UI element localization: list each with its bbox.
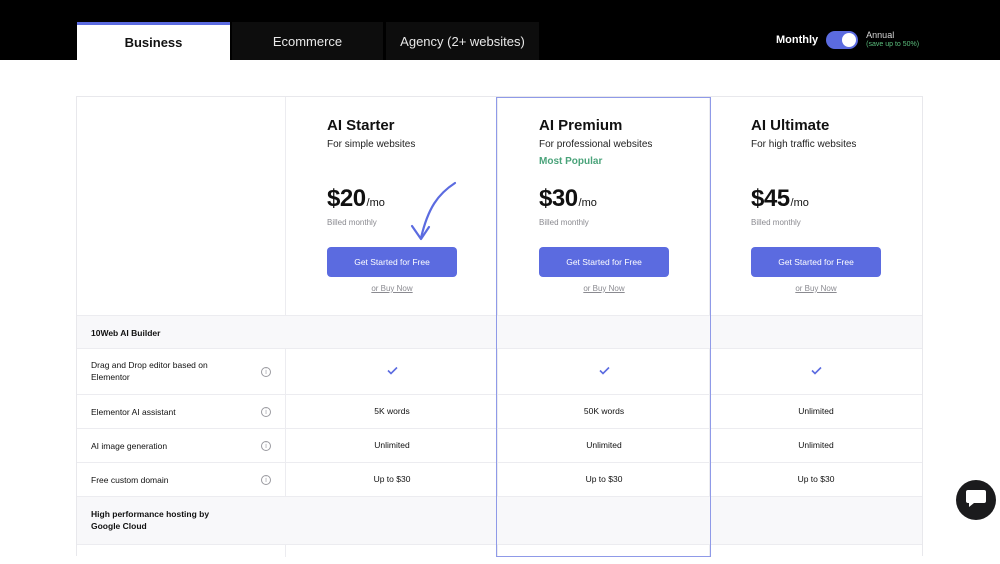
price-amount: $30 — [539, 185, 578, 212]
feature-value: 5K words — [374, 406, 410, 416]
most-popular-badge: Most Popular — [539, 156, 603, 167]
feature-value: Unlimited — [586, 440, 622, 450]
tab-ecommerce[interactable]: Ecommerce — [232, 22, 383, 60]
annual-savings-note: (save up to 50%) — [866, 41, 920, 48]
get-started-button[interactable]: Get Started for Free — [751, 247, 881, 277]
tab-business[interactable]: Business — [77, 22, 230, 60]
buy-now-link[interactable]: or Buy Now — [751, 284, 881, 293]
feature-value: Unlimited — [798, 406, 834, 416]
feature-value: Unlimited — [374, 440, 410, 450]
price-period: /mo — [366, 197, 385, 209]
billing-toggle-group: Monthly Annual (save up to 50%) — [776, 30, 919, 50]
top-bar: Business Ecommerce Agency (2+ websites) … — [0, 0, 1000, 60]
feature-label: Drag and Drop editor based on Elementor — [91, 360, 208, 382]
feature-row-custom-domain: Free custom domain i Up to $30 Up to $30… — [77, 462, 922, 496]
plan-ai-starter: AI Starter For simple websites $20 /mo B… — [286, 97, 498, 315]
feature-value: Up to $30 — [373, 474, 411, 484]
plan-name: AI Premium — [539, 117, 623, 134]
plan-description: For professional websites — [539, 139, 653, 150]
get-started-button[interactable]: Get Started for Free — [327, 247, 457, 277]
billing-note: Billed monthly — [327, 218, 377, 227]
feature-label: Elementor AI assistant — [91, 407, 176, 417]
chat-icon — [965, 488, 987, 513]
plan-ai-premium: AI Premium For professional websites Mos… — [498, 97, 710, 315]
plan-ai-ultimate: AI Ultimate For high traffic websites $4… — [710, 97, 922, 315]
toggle-knob — [842, 33, 857, 47]
plan-price: $30 /mo — [539, 185, 597, 213]
check-icon — [498, 366, 710, 375]
feature-value: Unlimited — [798, 440, 834, 450]
price-period: /mo — [578, 197, 597, 209]
plan-description: For simple websites — [327, 139, 416, 150]
billing-note: Billed monthly — [539, 218, 589, 227]
check-icon — [286, 366, 498, 375]
monthly-label: Monthly — [776, 34, 819, 46]
section-row-hosting: High performance hosting by Google Cloud — [77, 496, 922, 544]
info-icon[interactable]: i — [261, 441, 271, 451]
feature-value: Up to $30 — [797, 474, 835, 484]
price-period: /mo — [790, 197, 809, 209]
info-icon[interactable]: i — [261, 407, 271, 417]
billing-note: Billed monthly — [751, 218, 801, 227]
buy-now-link[interactable]: or Buy Now — [327, 284, 457, 293]
feature-value: 50K words — [583, 406, 625, 416]
check-icon — [710, 366, 922, 375]
price-amount: $45 — [751, 185, 790, 212]
get-started-button[interactable]: Get Started for Free — [539, 247, 669, 277]
arrow-icon — [408, 180, 460, 249]
feature-row-drag-drop: Drag and Drop editor based on Elementor … — [77, 348, 922, 394]
buy-now-link[interactable]: or Buy Now — [539, 284, 669, 293]
annual-label-group: Annual (save up to 50%) — [866, 30, 919, 50]
section-label: High performance hosting by Google Cloud — [91, 509, 210, 531]
feature-label: Free custom domain — [91, 475, 169, 485]
section-row-ai-builder: 10Web AI Builder — [77, 315, 922, 348]
row-divider — [77, 544, 922, 564]
chat-widget-button[interactable] — [956, 480, 996, 520]
feature-value: Up to $30 — [585, 474, 623, 484]
plan-price: $45 /mo — [751, 185, 809, 213]
pricing-table: AI Starter For simple websites $20 /mo B… — [76, 96, 923, 557]
info-icon[interactable]: i — [261, 475, 271, 485]
feature-label: AI image generation — [91, 441, 168, 451]
section-label: 10Web AI Builder — [91, 328, 161, 338]
feature-row-image-generation: AI image generation i Unlimited Unlimite… — [77, 428, 922, 462]
billing-toggle[interactable] — [826, 31, 859, 49]
price-amount: $20 — [327, 185, 366, 212]
tab-agency[interactable]: Agency (2+ websites) — [386, 22, 539, 60]
plan-description: For high traffic websites — [751, 139, 857, 150]
plan-name: AI Ultimate — [751, 117, 830, 134]
info-icon[interactable]: i — [261, 367, 271, 377]
plan-name: AI Starter — [327, 117, 395, 134]
annual-label: Annual — [866, 30, 895, 40]
feature-row-ai-assistant: Elementor AI assistant i 5K words 50K wo… — [77, 394, 922, 428]
plan-price: $20 /mo — [327, 185, 385, 213]
